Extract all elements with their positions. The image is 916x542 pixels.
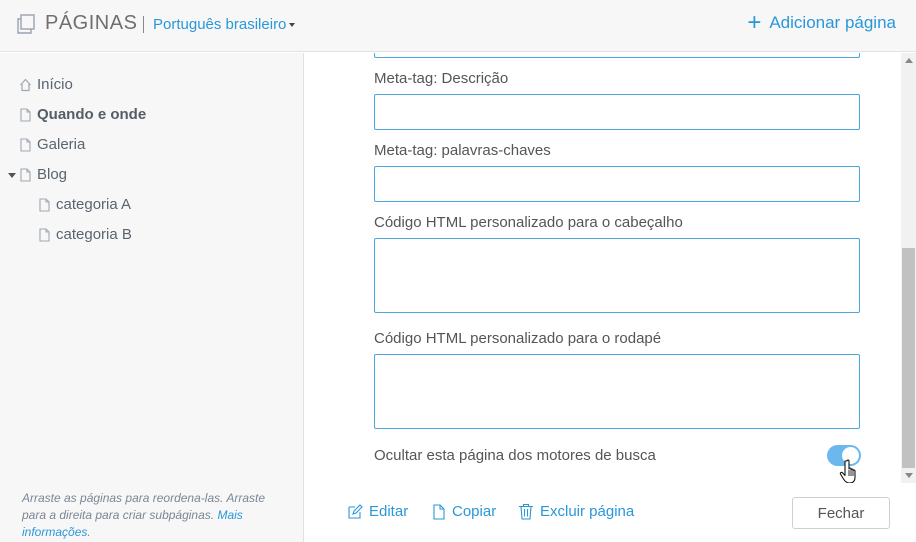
sidebar-item-label: categoria A [56, 196, 132, 213]
plus-icon: + [747, 9, 762, 36]
vertical-scrollbar[interactable] [901, 53, 916, 483]
pencil-icon [348, 503, 363, 519]
add-page-label: Adicionar página [769, 13, 896, 32]
pages-icon [17, 14, 35, 34]
scroll-up-arrow-icon[interactable] [905, 58, 913, 63]
sidebar-item-label: categoria B [56, 226, 132, 243]
reorder-help-text: Arraste as páginas para reordena-las. Ar… [22, 491, 266, 539]
header-divider [143, 16, 144, 33]
top-bar: PÁGINAS Português brasileiro + Adicionar… [0, 0, 916, 52]
toggle-knob [842, 447, 859, 464]
edit-button[interactable]: Editar [347, 503, 408, 520]
header-html-label: Código HTML personalizado para o cabeçal… [374, 214, 683, 231]
sidebar-item-label: Galeria [37, 136, 86, 153]
home-icon [20, 78, 31, 91]
meta-description-input[interactable] [374, 94, 860, 130]
delete-page-label: Excluir página [540, 503, 635, 520]
scroll-thumb[interactable] [902, 248, 915, 468]
meta-keywords-label: Meta-tag: palavras-chaves [374, 142, 551, 159]
sidebar-item-categoria-a[interactable]: categoria A [38, 196, 131, 213]
close-button[interactable]: Fechar [792, 497, 890, 529]
edit-label: Editar [369, 503, 409, 520]
meta-keywords-input[interactable] [374, 166, 860, 202]
sidebar-item-categoria-b[interactable]: categoria B [38, 226, 132, 243]
trash-icon [519, 503, 533, 520]
sidebar-item-blog[interactable]: Blog [19, 166, 67, 183]
page-icon [20, 167, 31, 182]
previous-field-input[interactable] [374, 53, 860, 58]
caret-down-icon [289, 23, 296, 28]
hide-from-search-toggle[interactable] [827, 445, 861, 466]
language-select[interactable]: Português brasileiro [153, 16, 296, 33]
page-icon [20, 137, 31, 152]
page-icon [39, 227, 50, 242]
sidebar-item-galeria[interactable]: Galeria [19, 136, 85, 153]
sidebar-item-label: Início [37, 76, 73, 93]
copy-label: Copiar [452, 503, 497, 520]
page-icon [39, 197, 50, 212]
delete-page-button[interactable]: Excluir página [518, 503, 634, 520]
hide-from-search-label: Ocultar esta página dos motores de busca [374, 447, 656, 464]
meta-description-label: Meta-tag: Descrição [374, 70, 509, 87]
copy-button[interactable]: Copiar [431, 503, 496, 520]
footer-html-textarea[interactable] [374, 354, 860, 429]
pages-sidebar: Início Quando e onde Galeria Blog catego… [0, 53, 304, 542]
page-settings-form: Meta-tag: Descrição Meta-tag: palavras-c… [305, 53, 902, 483]
copy-icon [433, 503, 445, 520]
page-title: PÁGINAS [45, 12, 138, 34]
sidebar-item-label: Quando e onde [37, 106, 147, 123]
sidebar-item-quando-e-onde[interactable]: Quando e onde [19, 106, 146, 123]
scroll-down-arrow-icon[interactable] [905, 473, 913, 478]
footer-actions: Editar Copiar Excluir página Fechar [305, 483, 916, 542]
expand-caret-icon[interactable] [8, 173, 16, 178]
sidebar-item-inicio[interactable]: Início [19, 76, 73, 93]
sidebar-item-label: Blog [37, 166, 68, 183]
header-html-textarea[interactable] [374, 238, 860, 313]
page-icon [20, 107, 31, 122]
language-label: Português brasileiro [153, 16, 287, 33]
add-page-button[interactable]: + Adicionar página [747, 9, 896, 36]
footer-html-label: Código HTML personalizado para o rodapé [374, 330, 662, 347]
